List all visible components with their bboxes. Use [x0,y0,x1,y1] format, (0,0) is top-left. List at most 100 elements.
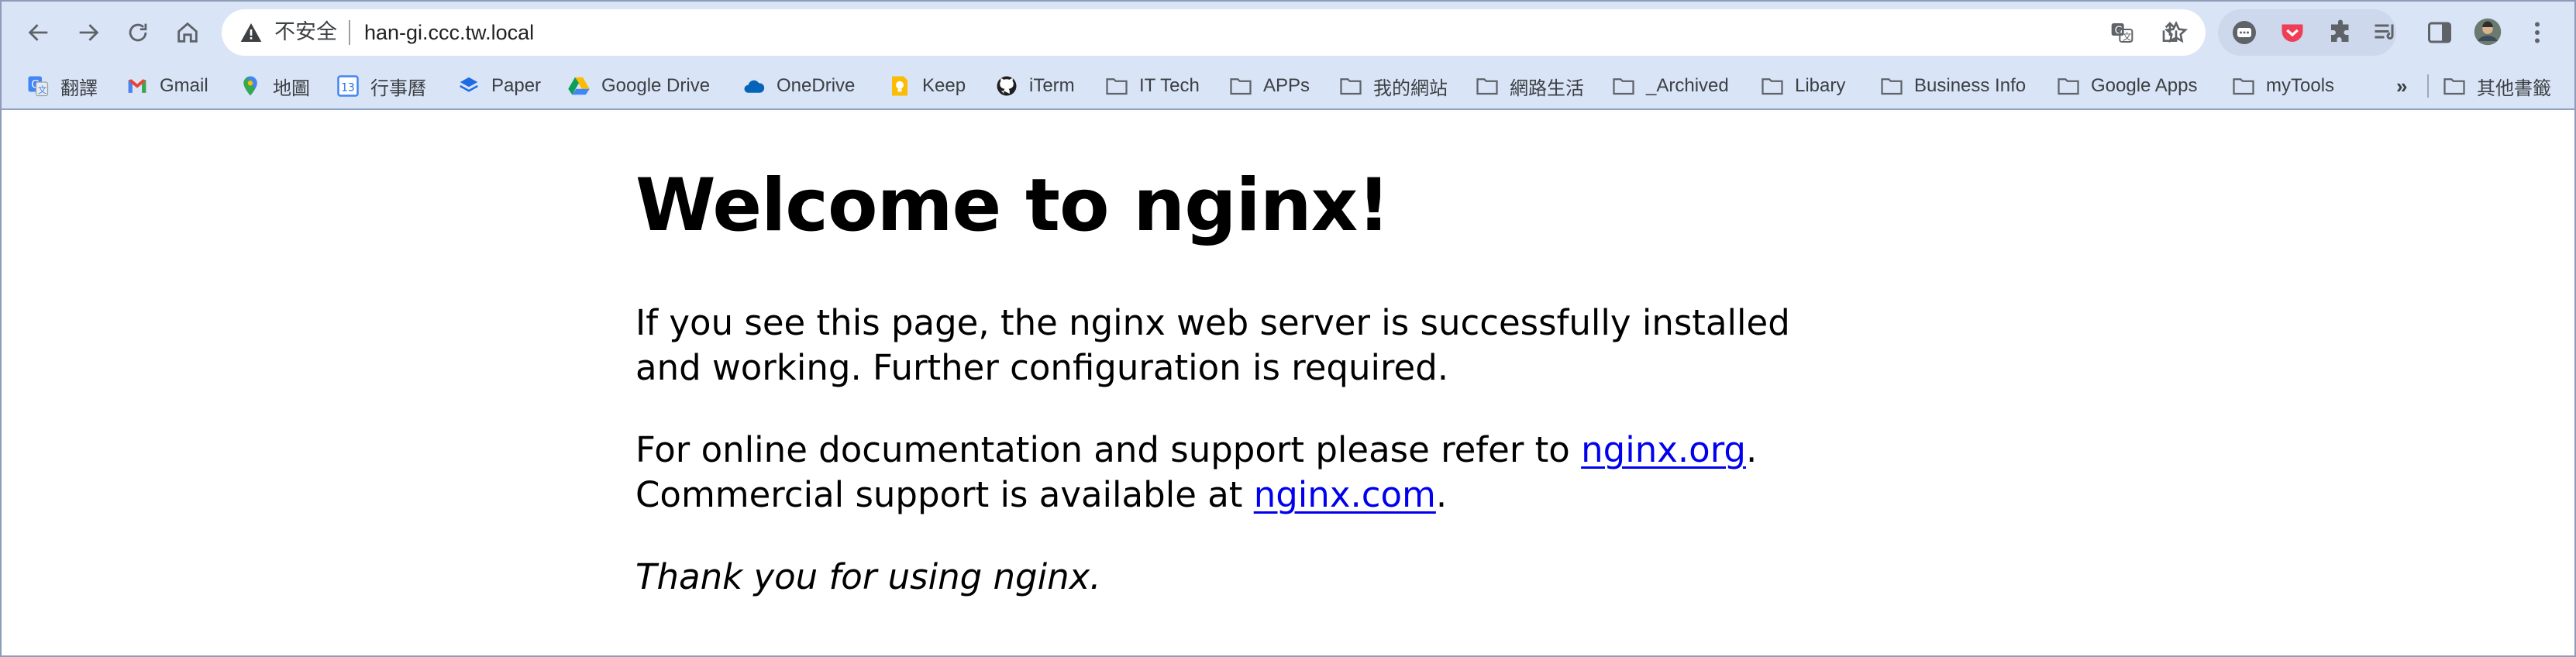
bookmark-label: Business Info [1914,75,2027,96]
page-title: Welcome to nginx! [635,163,1390,248]
bookmark-label: OneDrive [777,75,856,96]
bookmark-label: myTools [2266,75,2335,96]
side-panel-icon [2428,22,2451,43]
folder-icon [2232,74,2255,98]
bookmark-star-button[interactable] [2161,17,2192,48]
back-arrow-icon [28,24,48,41]
bookmark-folder-google-apps[interactable]: Google Apps [2057,68,2197,104]
bookmark-folder-net-life[interactable]: 網路生活 [1476,68,1584,104]
bookmark-label: 我的網站 [1373,77,1448,99]
bookmark-calendar[interactable]: 13 行事曆 [336,68,426,104]
github-icon [995,74,1018,98]
bookmark-label: Google Drive [601,75,711,96]
svg-text:文: 文 [38,84,46,95]
nginx-com-link[interactable]: nginx.com [1254,474,1436,515]
folder-icon [1761,74,1784,98]
bookmark-maps[interactable]: 地圖 [239,68,310,104]
onedrive-icon [742,74,766,98]
bookmark-label: 翻譯 [60,77,98,99]
bookmark-folder-apps[interactable]: APPs [1229,68,1310,104]
bookmark-label: Keep [922,75,966,96]
browser-window: 不安全 han-gi.ccc.tw.local G文 G 文 翻譯 Gmail … [0,0,2576,657]
folder-icon [1880,74,1903,98]
folder-icon [1229,74,1252,98]
url-text[interactable]: han-gi.ccc.tw.local [364,19,534,46]
bookmark-folder-my-sites[interactable]: 我的網站 [1339,68,1448,104]
side-panel-button[interactable] [2419,12,2460,53]
bookmark-label: Paper [491,75,542,96]
translate-icon: G文 [2111,23,2133,43]
svg-text:13: 13 [341,81,355,94]
bookmark-folder-it-tech[interactable]: IT Tech [1105,68,1200,104]
folder-icon [2057,74,2080,98]
bookmark-label: APPs [1263,75,1310,96]
nginx-org-link[interactable]: nginx.org [1581,429,1746,470]
reload-icon [129,23,147,42]
google-calendar-icon: 13 [336,74,360,98]
bookmark-label: 網路生活 [1510,77,1584,99]
bookmark-folder-mytools[interactable]: myTools [2232,68,2334,104]
puzzle-piece-icon [2331,19,2349,42]
forward-button[interactable] [67,11,110,54]
pocket-icon [2282,24,2303,42]
page-content: Welcome to nginx! If you see this page, … [2,112,2574,655]
bookmark-label: 行事曆 [370,77,426,99]
bookmark-folder-libary[interactable]: Libary [1761,68,1845,104]
not-secure-label[interactable]: 不安全 [274,19,337,46]
chrome-menu-button[interactable] [2517,12,2557,53]
bookmark-paper[interactable]: Paper [457,68,541,104]
bookmark-onedrive[interactable]: OneDrive [742,68,855,104]
browser-toolbar: 不安全 han-gi.ccc.tw.local G文 [2,2,2574,62]
extension-pocket-button[interactable] [2272,12,2313,53]
bookmark-label: 地圖 [273,77,310,99]
translate-button[interactable]: G文 [2106,17,2137,48]
star-icon [2164,20,2189,43]
folder-icon [1476,74,1499,98]
dropbox-paper-icon [457,74,480,98]
extension-chat-button[interactable] [2224,12,2264,53]
home-button[interactable] [166,11,209,54]
svg-text:G: G [2115,25,2123,36]
reading-list-icon [2375,24,2394,40]
reload-button[interactable] [116,11,160,54]
bookmark-folder-archived[interactable]: _Archived [1612,68,1729,104]
bookmark-label: _Archived [1646,75,1729,96]
bookmark-google-drive[interactable]: Google Drive [567,68,710,104]
bookmark-iterm[interactable]: iTerm [995,68,1075,104]
bookmark-folder-business-info[interactable]: Business Info [1880,68,2026,104]
bookmark-gmail[interactable]: Gmail [126,68,208,104]
home-icon [177,22,198,43]
commercial-support-text: Commercial support is available at [635,474,1254,515]
folder-icon [2443,74,2466,98]
chat-extension-icon [2233,21,2256,44]
bookmark-label: Libary [1795,75,1846,96]
support-paragraph: For online documentation and support ple… [635,428,1844,518]
reading-list-button[interactable] [2365,12,2406,53]
google-keep-icon [888,74,911,98]
google-maps-icon [239,74,262,98]
bookmark-label: 其他書籤 [2477,77,2551,99]
google-translate-icon: G文 [26,74,50,98]
svg-text:文: 文 [2123,30,2132,42]
bookmarks-overflow-button[interactable]: » [2396,68,2407,104]
thanks-paragraph: Thank you for using nginx. [635,556,1101,597]
bookmark-label: iTerm [1029,75,1075,96]
back-button[interactable] [17,11,60,54]
bookmarks-divider [2427,74,2429,98]
google-drive-icon [567,74,591,98]
avatar [2474,18,2502,46]
period-text: . [1435,474,1448,515]
folder-icon [1339,74,1362,98]
extensions-menu-button[interactable] [2320,12,2361,53]
bookmark-keep[interactable]: Keep [888,68,966,104]
address-bar[interactable]: 不安全 han-gi.ccc.tw.local G文 [222,9,2206,56]
kebab-menu-icon [2535,22,2540,43]
gmail-icon [126,74,149,98]
bookmark-translate[interactable]: G文 翻譯 [26,68,98,104]
bookmarks-bar: G文 翻譯 Gmail 地圖 13 行事曆 Paper Google Drive… [2,62,2574,110]
support-text: For online documentation and support ple… [635,429,1582,470]
folder-icon [1105,74,1128,98]
bookmark-other-bookmarks[interactable]: 其他書籤 [2443,68,2551,104]
warning-triangle-icon[interactable] [239,20,263,45]
profile-button[interactable] [2468,12,2508,52]
